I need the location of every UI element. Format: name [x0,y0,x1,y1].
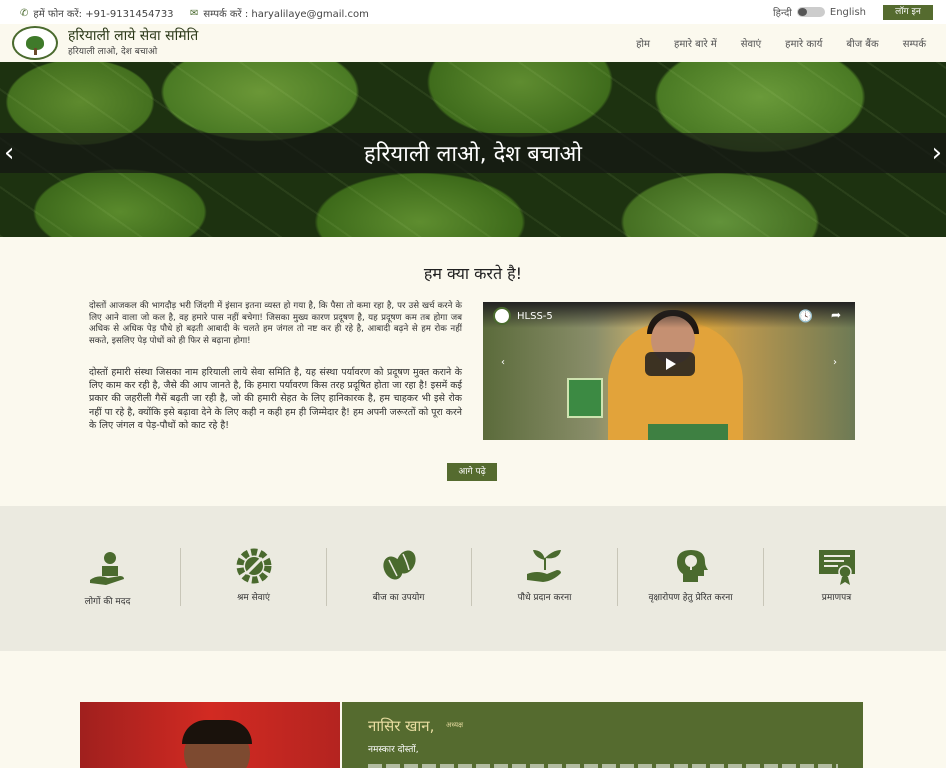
photo-hair [182,720,252,744]
service-label: लोगों की मदद [84,597,131,607]
language-toggle[interactable] [796,7,825,17]
main-nav: होम हमारे बारे में सेवाएं हमारे कार्य बी… [636,36,926,50]
video-player[interactable]: HLSS-5 🕓 ➦ ‹ › [483,302,855,440]
video-book-2 [648,424,728,440]
nav-about[interactable]: हमारे बारे में [674,36,717,50]
lang-english[interactable]: English [830,7,866,18]
email-info[interactable]: ✉ सम्पर्क करें : haryalilaye@gmail.com [190,6,369,21]
service-seeds[interactable]: बीज का उपयोग [326,546,471,603]
video-title[interactable]: HLSS-5 [517,311,553,322]
president-photo [80,702,340,768]
nav-works[interactable]: हमारे कार्य [785,36,822,50]
service-help-people[interactable]: लोगों की मदद [35,550,180,607]
message-text-line [368,764,838,768]
site-logo[interactable] [12,26,58,60]
nav-seed-bank[interactable]: बीज बैंक [846,36,878,50]
watch-later-icon[interactable]: 🕓 [798,309,813,323]
nav-services[interactable]: सेवाएं [741,36,761,50]
section-title: हम क्या करते है! [423,264,523,283]
login-button[interactable]: लॉग इन [883,5,933,20]
service-label: बीज का उपयोग [372,593,425,603]
email-text[interactable]: सम्पर्क करें : haryalilaye@gmail.com [203,6,368,20]
site-tagline: हरियाली लाओ, देश बचाओ [68,47,158,57]
service-labour[interactable]: श्रम सेवाएं [181,546,326,603]
certificate-icon [818,550,855,585]
about-paragraph-2: दोस्तों हमारी संस्था जिसका नाम हरियाली ल… [89,367,462,431]
site-title[interactable]: हरियाली लाये सेवा समिति [68,26,198,45]
plant-hand-icon [526,550,561,582]
president-message: नासिर खान, अध्यक्ष नमस्कार दोस्तों, [342,702,863,768]
read-more-button[interactable]: आगे पढ़े [447,463,497,481]
service-plantation[interactable]: वृक्षारोपण हेतु प्रेरित करना [618,546,763,603]
helping-hand-icon [89,552,124,585]
phone-info: ✆ हमें फोन करें: +91-9131454733 [20,6,174,21]
video-next-icon[interactable]: › [833,357,837,368]
phone-text: हमें फोन करें: +91-9131454733 [33,9,174,20]
slider-prev-icon[interactable]: ‹ [4,140,14,166]
service-plants[interactable]: पौधे प्रदान करना [472,546,617,603]
services-strip: लोगों की मदद श्रम सेवाएं बीज का उपयोग पौ… [0,506,946,651]
language-switch[interactable]: हिन्दी English [773,5,866,20]
service-label: पौधे प्रदान करना [517,593,572,603]
service-label: प्रमाणपत्र [821,593,852,603]
phone-icon: ✆ [20,7,29,19]
share-icon[interactable]: ➦ [831,308,841,322]
lang-hindi[interactable]: हिन्दी [773,5,792,19]
slider-next-icon[interactable]: › [932,140,942,166]
service-certificate[interactable]: प्रमाणपत्र [764,546,909,603]
gear-wrench-icon [236,548,271,584]
about-paragraph-1: दोस्तों आजकल की भागदौड़ भरी जिंदगी में इ… [89,301,462,346]
president-name: नासिर खान, [368,717,435,735]
video-book [567,378,603,418]
play-button-icon[interactable] [645,352,695,376]
service-label: श्रम सेवाएं [236,593,270,603]
head-tree-icon [676,550,708,582]
service-label: वृक्षारोपण हेतु प्रेरित करना [648,593,733,603]
nav-home[interactable]: होम [636,36,650,50]
top-bar: ✆ हमें फोन करें: +91-9131454733 ✉ सम्पर्… [0,0,946,24]
nav-contact[interactable]: सम्पर्क [903,36,926,50]
seeds-icon [382,550,416,580]
hero-slider: हरियाली लाओ, देश बचाओ ‹ › [0,62,946,237]
president-greeting: नमस्कार दोस्तों, [368,745,419,755]
tree-logo-icon [26,36,44,55]
envelope-icon: ✉ [190,7,199,19]
hero-title: हरियाली लाओ, देश बचाओ [364,142,582,167]
president-role: अध्यक्ष [446,721,464,729]
channel-logo-icon[interactable] [493,307,511,325]
site-header: हरियाली लाये सेवा समिति हरियाली लाओ, देश… [0,24,946,62]
video-prev-icon[interactable]: ‹ [501,357,505,368]
